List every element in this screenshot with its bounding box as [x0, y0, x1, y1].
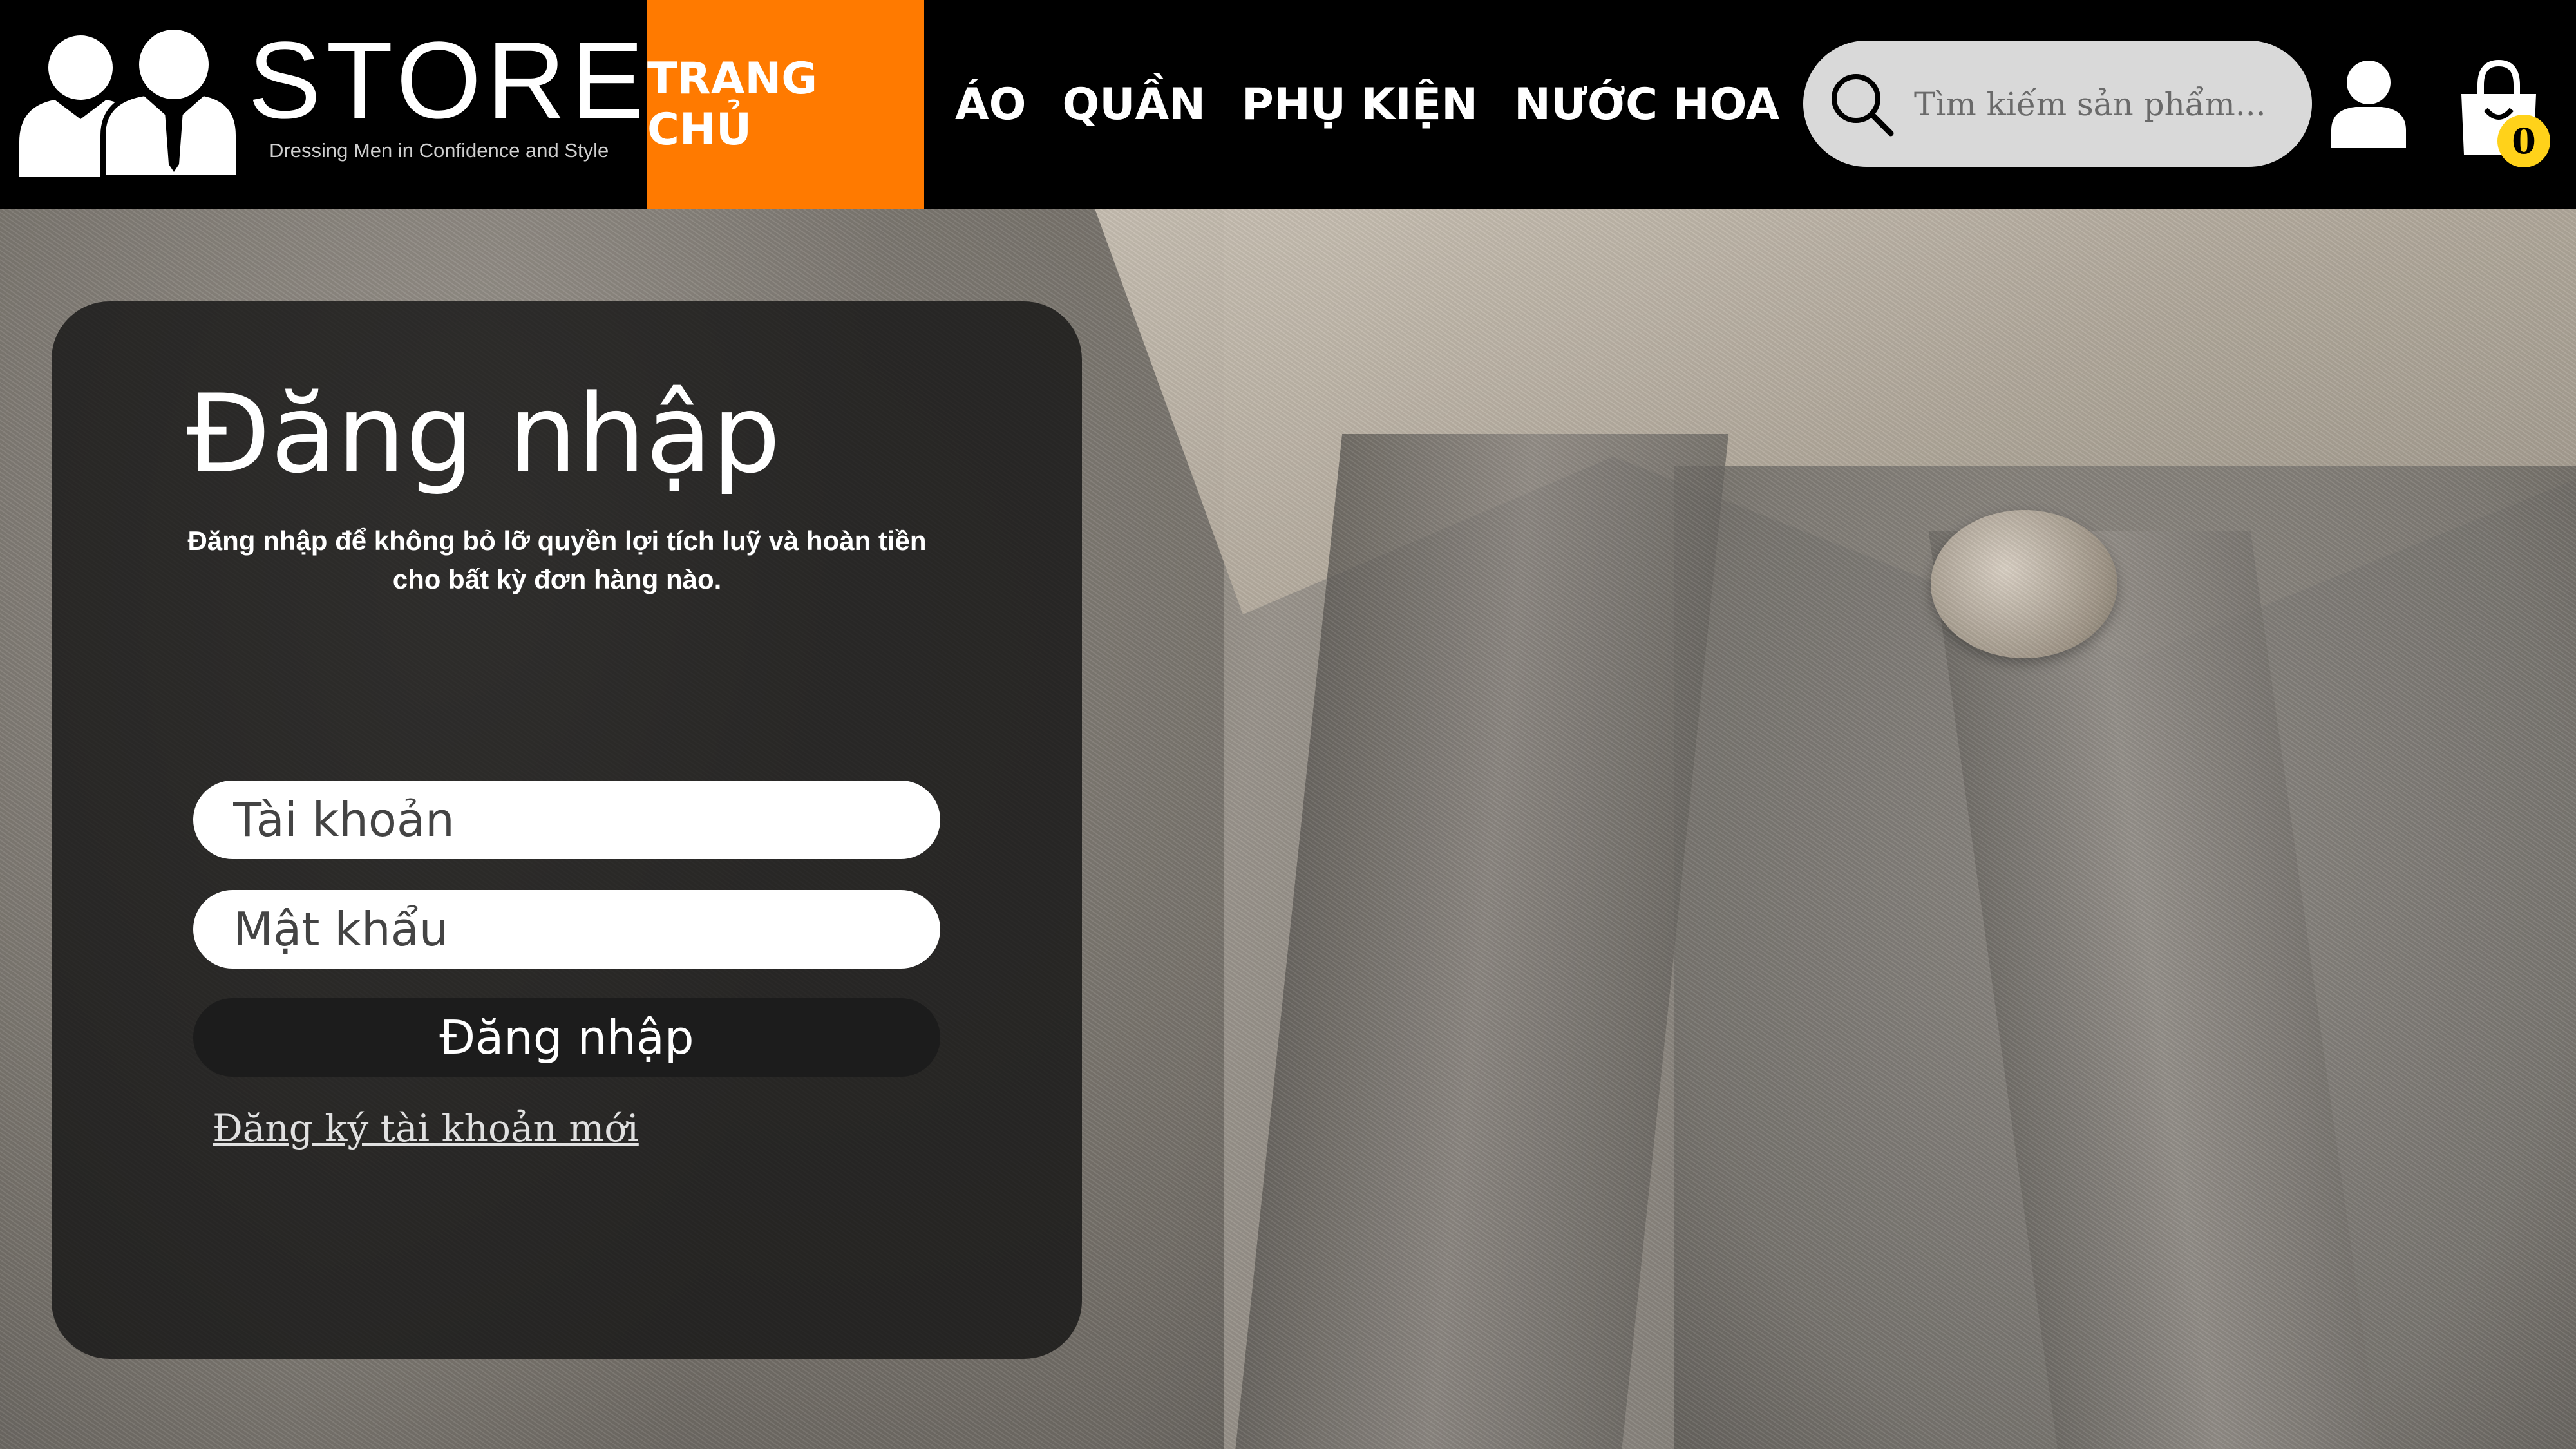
user-icon[interactable] [2330, 58, 2407, 148]
search-bar [1803, 41, 2312, 167]
nav-item-pants[interactable]: QUẦN [1050, 0, 1217, 209]
nav-item-perfume[interactable]: NƯỚC HOA [1502, 0, 1791, 209]
brand-tagline: Dressing Men in Confidence and Style [269, 139, 609, 162]
login-button[interactable]: Đăng nhập [193, 998, 940, 1077]
username-field[interactable] [193, 781, 940, 859]
register-link[interactable]: Đăng ký tài khoản mới [213, 1106, 639, 1150]
main-nav: TRANG CHỦ ÁO QUẦN PHỤ KIỆN NƯỚC HOA [647, 0, 1804, 209]
nav-item-shirts[interactable]: ÁO [943, 0, 1037, 209]
logo-men-icon[interactable] [19, 29, 238, 177]
login-description: Đăng nhập để không bỏ lỡ quyền lợi tích … [187, 526, 927, 594]
login-title: Đăng nhập [187, 371, 781, 497]
search-input[interactable] [1913, 71, 2289, 137]
cart-count-badge[interactable]: 0 [2497, 115, 2550, 167]
site-header: STOREE Dressing Men in Confidence and St… [0, 0, 2576, 209]
nav-item-home[interactable]: TRANG CHỦ [647, 0, 924, 209]
search-icon[interactable] [1828, 70, 1895, 137]
password-field[interactable] [193, 890, 940, 969]
nav-item-accessories[interactable]: PHỤ KIỆN [1230, 0, 1490, 209]
